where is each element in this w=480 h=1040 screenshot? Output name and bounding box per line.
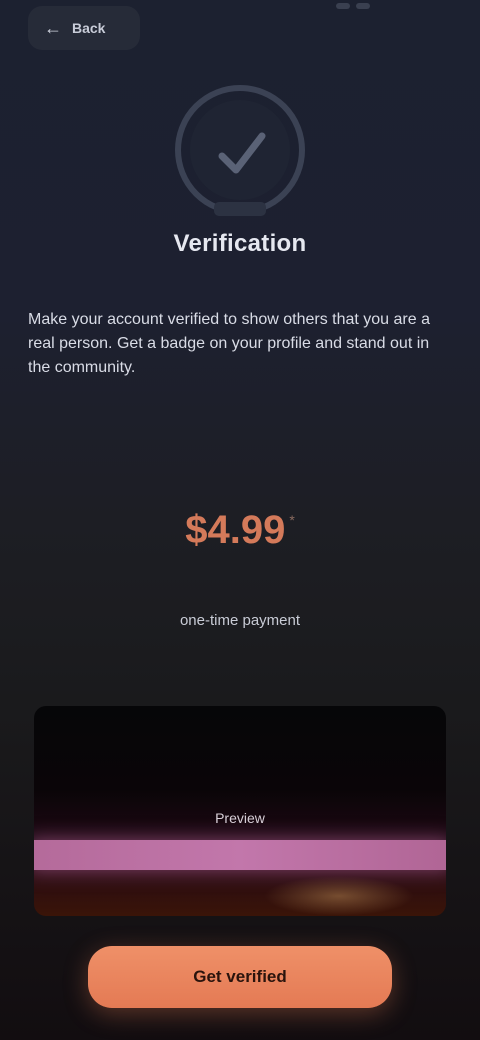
price-caption: one-time payment <box>179 612 301 629</box>
arrow-left-icon: ← <box>44 18 62 38</box>
preview-label: Preview <box>215 810 265 826</box>
back-button-label: Back <box>72 20 106 36</box>
page-title: Verification <box>173 230 307 257</box>
preview-glow <box>264 876 414 916</box>
preview-media: Preview <box>34 706 446 916</box>
price-note: * <box>289 512 295 528</box>
get-verified-button[interactable]: Get verified <box>88 946 392 1008</box>
camera-check-icon <box>170 84 310 224</box>
description-text: Make your account verified to show other… <box>28 311 430 376</box>
back-button[interactable]: ← Back <box>28 6 140 50</box>
price-value: $4.99 <box>185 508 286 552</box>
preview-highlight-band <box>34 840 446 870</box>
battery-icon <box>356 3 370 9</box>
price: $4.99 * <box>0 506 480 554</box>
signal-icon <box>336 3 350 9</box>
